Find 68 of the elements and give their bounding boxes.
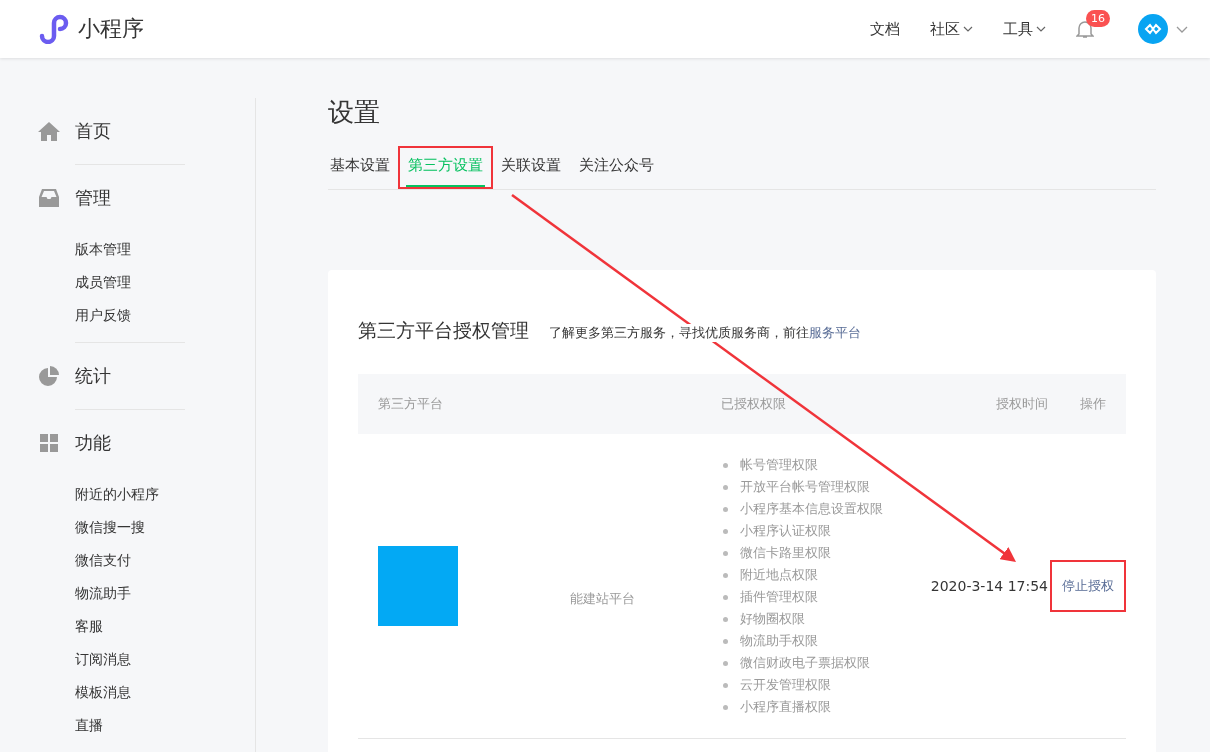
sidebar-subitem[interactable]: 直播 xyxy=(75,709,255,742)
bullet-icon xyxy=(723,594,728,600)
sidebar-subitem[interactable]: 用户反馈 xyxy=(75,299,255,332)
sidebar-item[interactable]: 首页 xyxy=(75,119,111,143)
sidebar-subitem[interactable]: 微信支付 xyxy=(75,544,255,577)
caret-icon[interactable] xyxy=(1176,25,1188,33)
bullet-icon xyxy=(723,528,728,534)
page-title: 设置 xyxy=(328,96,381,129)
column-header: 授权时间 xyxy=(995,395,1048,413)
bullet-icon xyxy=(723,506,728,512)
auth-time: 2020-3-14 17:54 xyxy=(929,578,1048,594)
nav-link[interactable]: 社区 xyxy=(930,19,960,39)
permission-item: 云开发管理权限 xyxy=(740,676,831,694)
bullet-icon xyxy=(723,484,728,490)
hint-text: 了解更多第三方服务，寻找优质服务商，前往服务平台 xyxy=(549,324,861,342)
sidebar-item[interactable]: 统计 xyxy=(75,364,111,388)
column-header: 第三方平台 xyxy=(377,395,444,413)
permission-item: 微信财政电子票据权限 xyxy=(740,654,870,672)
bullet-icon xyxy=(723,572,728,578)
platform-name: 能建站平台 xyxy=(570,590,635,608)
sidebar-subitem[interactable]: 版本管理 xyxy=(75,233,255,266)
sidebar-subitem[interactable]: 附近的小程序 xyxy=(75,478,255,511)
tab[interactable]: 基本设置 xyxy=(328,148,392,187)
bullet-icon xyxy=(723,550,728,556)
card-title: 第三方平台授权管理 xyxy=(358,318,529,343)
permission-item: 小程序基本信息设置权限 xyxy=(740,500,883,518)
bullet-icon xyxy=(723,660,728,666)
logo-text: 小程序 xyxy=(78,15,144,43)
logo-icon xyxy=(38,14,70,44)
chevron-down-icon[interactable] xyxy=(963,26,973,32)
permission-item: 微信卡路里权限 xyxy=(740,544,831,562)
nav-link[interactable]: 文档 xyxy=(870,19,900,39)
sidebar-subitem[interactable]: 订阅消息 xyxy=(75,643,255,676)
column-header: 操作 xyxy=(1079,395,1107,413)
permission-item: 插件管理权限 xyxy=(740,588,818,606)
sidebar-item[interactable]: 功能 xyxy=(75,431,111,455)
permission-item: 附近地点权限 xyxy=(740,566,818,584)
service-platform-link[interactable]: 服务平台 xyxy=(809,325,861,340)
inbox-icon xyxy=(38,189,60,207)
permission-item: 小程序认证权限 xyxy=(740,522,831,540)
permission-item: 帐号管理权限 xyxy=(740,456,818,474)
nav-link[interactable]: 工具 xyxy=(1003,19,1033,39)
sidebar-item[interactable]: 管理 xyxy=(75,186,111,210)
permission-item: 小程序直播权限 xyxy=(740,698,831,716)
tab[interactable]: 关联设置 xyxy=(499,148,563,187)
pie-chart-icon xyxy=(38,366,60,386)
bullet-icon xyxy=(723,616,728,622)
permission-item: 开放平台帐号管理权限 xyxy=(740,478,870,496)
sidebar-subitem[interactable]: 物流助手 xyxy=(75,577,255,610)
bullet-icon xyxy=(723,704,728,710)
column-header: 已授权权限 xyxy=(720,395,787,413)
sidebar-subitem[interactable]: 微信搜一搜 xyxy=(75,511,255,544)
home-icon xyxy=(38,121,60,141)
tab[interactable]: 关注公众号 xyxy=(577,148,656,187)
permission-item: 好物圈权限 xyxy=(740,610,805,628)
chevron-down-icon[interactable] xyxy=(1036,26,1046,32)
bell-icon[interactable] xyxy=(1076,19,1094,39)
avatar-icon[interactable] xyxy=(1138,14,1168,44)
bullet-icon xyxy=(723,638,728,644)
notification-badge: 16 xyxy=(1086,10,1110,27)
permission-item: 物流助手权限 xyxy=(740,632,818,650)
sidebar-subitem[interactable]: 模板消息 xyxy=(75,676,255,709)
stop-authorization-link[interactable]: 停止授权 xyxy=(1050,560,1126,612)
grid-icon xyxy=(38,434,60,452)
sidebar-subitem[interactable]: 成员管理 xyxy=(75,266,255,299)
sidebar-subitem[interactable]: 客服 xyxy=(75,610,255,643)
bullet-icon xyxy=(723,682,728,688)
bullet-icon xyxy=(723,462,728,468)
